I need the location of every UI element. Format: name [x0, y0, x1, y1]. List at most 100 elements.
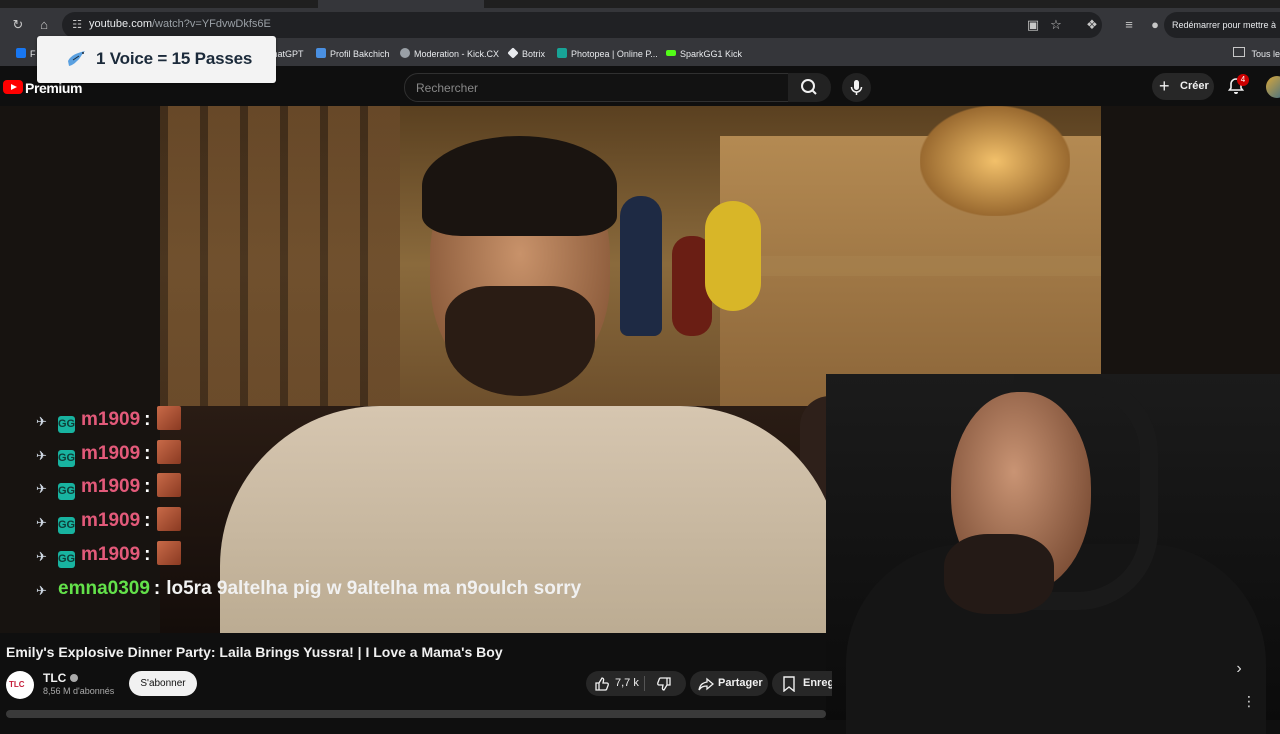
drone-badge-icon: ✈: [36, 481, 47, 496]
more-options-icon[interactable]: ⋮: [1242, 692, 1256, 710]
search-icon: [801, 79, 817, 95]
chat-message: ✈ GG m1909:: [36, 439, 181, 469]
chat-message: ✈ GG m1909:: [36, 506, 181, 536]
bookmark-label: Photopea | Online P...: [571, 49, 658, 59]
chat-username: m1909: [81, 510, 141, 531]
scene-vase: [620, 196, 662, 336]
bookmark-label: SparkGG1 Kick: [680, 49, 743, 59]
emote-icon: [156, 507, 181, 531]
dove-icon: [68, 51, 85, 66]
create-button[interactable]: + Créer: [1152, 73, 1214, 100]
chat-username: m1909: [81, 544, 141, 565]
bookmark-label: Profil Bakchich: [330, 49, 390, 59]
share-button[interactable]: Partager: [690, 671, 768, 696]
bookmark-star-icon[interactable]: ☆: [1047, 16, 1065, 34]
chat-username: m1909: [81, 409, 141, 430]
profile-icon[interactable]: ●: [1146, 16, 1164, 34]
chat-colon: :: [144, 443, 151, 464]
photopea-icon: [557, 48, 567, 58]
drone-badge-icon: ✈: [36, 414, 47, 429]
subscriber-badge-icon: GG: [58, 416, 75, 433]
horizontal-scrollbar[interactable]: [6, 710, 826, 718]
youtube-logo-icon[interactable]: [3, 80, 23, 94]
bookmark-label: Moderation - Kick.CX: [414, 49, 500, 59]
url-host: youtube.com: [89, 18, 152, 30]
dislike-button[interactable]: [646, 671, 686, 696]
bookmark-item[interactable]: Photopea | Online P...: [557, 46, 658, 62]
streamer-webcam: [826, 374, 1280, 734]
active-tab[interactable]: [318, 0, 484, 8]
chat-username: m1909: [81, 443, 141, 464]
install-app-icon[interactable]: ▣: [1024, 16, 1042, 34]
channel-avatar[interactable]: TLC: [6, 671, 34, 699]
scene-lamp: [920, 106, 1070, 216]
chat-colon: :: [144, 476, 151, 497]
extensions-icon[interactable]: ❖: [1083, 16, 1101, 34]
like-button[interactable]: 7,7 k: [586, 671, 644, 696]
chat-colon: :: [144, 409, 151, 430]
account-avatar[interactable]: [1266, 76, 1280, 98]
chat-text: lo5ra 9altelha pig w 9altelha ma n9oulch…: [166, 578, 582, 599]
search-button[interactable]: [788, 73, 831, 102]
like-count: 7,7 k: [615, 677, 639, 689]
notification-badge: 4: [1237, 74, 1249, 86]
bookmark-item[interactable]: Botrix: [507, 46, 546, 62]
video-title: Emily's Explosive Dinner Party: Laila Br…: [6, 644, 503, 660]
address-bar[interactable]: ☷ youtube.com/watch?v=YFdvwDkfs6E ▣ ☆: [62, 12, 1102, 38]
bookmark-label: Botrix: [522, 49, 546, 59]
create-label: Créer: [1180, 80, 1209, 92]
channel-avatar-text: TLC: [9, 680, 25, 689]
save-button[interactable]: Enregistrer: [772, 671, 832, 696]
scene-person-hair: [422, 136, 617, 236]
chat-username: m1909: [81, 476, 141, 497]
promo-text: 1 Voice = 15 Passes: [96, 49, 253, 68]
chat-message: ✈ GG m1909:: [36, 540, 181, 570]
home-icon[interactable]: ⌂: [35, 16, 53, 34]
bookmark-item[interactable]: F: [16, 46, 36, 62]
bookmark-item[interactable]: SparkGG1 Kick: [666, 46, 742, 62]
plus-icon: +: [1159, 76, 1170, 96]
url-path: /watch?v=YFdvwDkfs6E: [151, 18, 271, 30]
drone-badge-icon: ✈: [36, 448, 47, 463]
site-info-icon[interactable]: ☷: [68, 16, 86, 34]
thumbs-down-icon: [657, 677, 671, 691]
emote-icon: [156, 541, 181, 565]
chat-message: ✈ GG m1909:: [36, 472, 181, 502]
emote-icon: [156, 440, 181, 464]
bookmark-item[interactable]: Profil Bakchich: [316, 46, 390, 62]
tab-strip: [0, 0, 1280, 8]
channel-name-link[interactable]: TLC: [43, 671, 79, 685]
search-input[interactable]: Rechercher: [404, 73, 789, 102]
drone-badge-icon: ✈: [36, 515, 47, 530]
facebook-icon: [16, 48, 26, 58]
folder-icon: [1233, 47, 1246, 57]
media-control-icon[interactable]: ≡: [1120, 16, 1138, 34]
reload-icon[interactable]: ↻: [9, 16, 27, 34]
drone-badge-icon: ✈: [36, 549, 47, 564]
subscriber-count: 8,56 M d'abonnés: [43, 686, 115, 696]
webcam-person-beard: [944, 534, 1054, 614]
subscribe-button[interactable]: S'abonner: [129, 671, 197, 696]
channel-name: TLC: [43, 671, 67, 685]
restart-button[interactable]: Redémarrer pour mettre à: [1164, 12, 1280, 38]
url-text: youtube.com/watch?v=YFdvwDkfs6E: [89, 18, 271, 30]
chat-message: ✈ GG m1909:: [36, 405, 181, 435]
bookmark-label: F: [30, 49, 36, 59]
bookmark-icon: [316, 48, 326, 58]
emote-icon: [156, 473, 181, 497]
bookmark-item[interactable]: Moderation - Kick.CX: [400, 46, 499, 62]
verified-icon: [70, 674, 79, 682]
subscriber-badge-icon: GG: [58, 450, 75, 467]
share-label: Partager: [718, 677, 763, 689]
subscriber-badge-icon: GG: [58, 483, 75, 500]
drone-badge-icon: ✈: [36, 583, 47, 598]
scene-wall-band: [720, 256, 1101, 276]
chevron-right-icon[interactable]: ›: [1230, 660, 1248, 678]
like-dislike-group: 7,7 k: [586, 671, 686, 696]
all-bookmarks[interactable]: Tous le: [1233, 46, 1280, 62]
voice-search-button[interactable]: [842, 73, 871, 102]
microphone-icon: [850, 80, 863, 95]
kick-icon: [666, 50, 676, 56]
share-icon: [698, 677, 714, 691]
scene-vase: [705, 201, 761, 311]
